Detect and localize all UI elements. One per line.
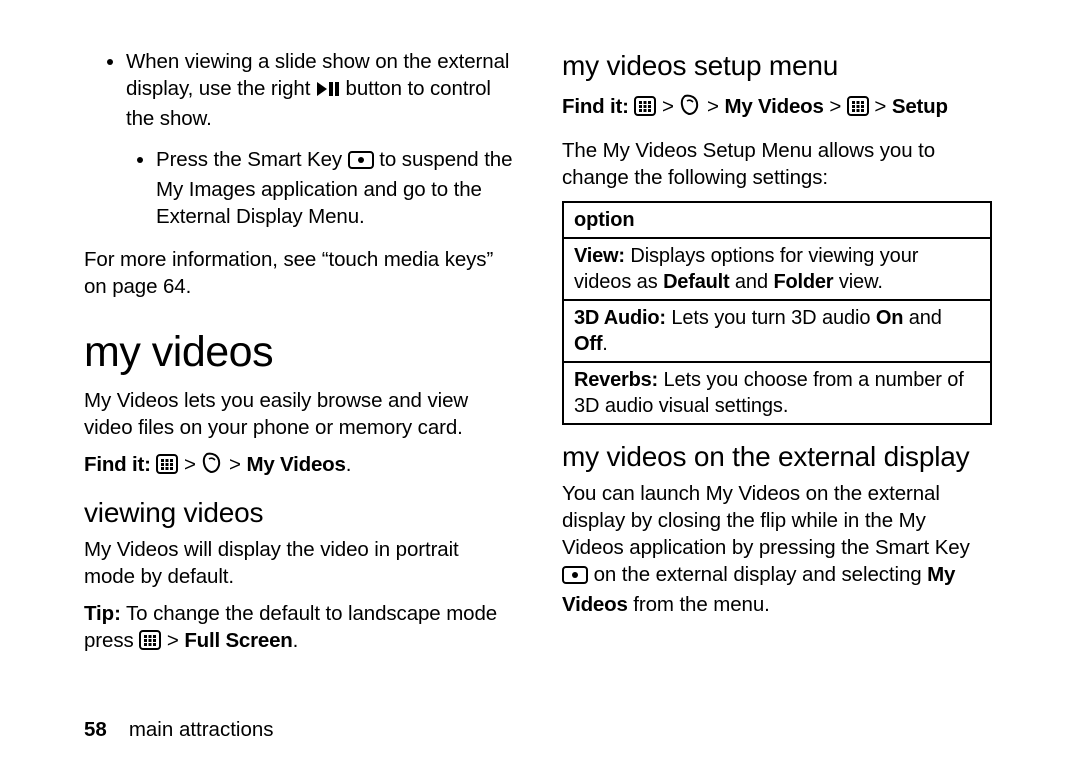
menu-grid-icon [847, 96, 869, 123]
find-it-line: Find it: > > My Videos > > Setup [562, 93, 992, 123]
text: Lets you turn 3D audio [666, 307, 876, 329]
footer-section: main attractions [129, 718, 274, 742]
option-table: option View: Displays options for viewin… [562, 201, 992, 425]
text: from the menu. [628, 593, 770, 616]
list-item: Press the Smart Key to suspend the My Im… [156, 146, 514, 230]
paragraph: My Videos will display the video in port… [84, 536, 514, 590]
smart-key-icon [562, 564, 588, 591]
bullet-list: When viewing a slide show on the externa… [84, 48, 514, 230]
find-it-setup: Setup [892, 95, 948, 118]
separator: > [829, 95, 846, 118]
manual-page: When viewing a slide show on the externa… [0, 0, 1080, 766]
period: . [602, 333, 607, 355]
row-label: 3D Audio: [574, 307, 666, 329]
period: . [293, 629, 299, 652]
find-it-myvideos: My Videos [724, 95, 823, 118]
text: and [903, 307, 942, 329]
text: You can launch My Videos on the external… [562, 482, 970, 559]
table-row: View: Displays options for viewing your … [563, 238, 991, 300]
bold: Folder [773, 271, 833, 293]
find-it-label: Find it: [84, 453, 151, 476]
h1-my-videos: my videos [84, 324, 514, 381]
multimedia-icon [201, 452, 223, 481]
find-it-target: My Videos [246, 453, 345, 476]
separator: > [874, 95, 891, 118]
paragraph: My Videos lets you easily browse and vie… [84, 387, 514, 441]
row-label: Reverbs: [574, 369, 658, 391]
full-screen: Full Screen [184, 629, 292, 652]
separator: > [161, 629, 184, 652]
h2-external-display: my videos on the external display [562, 439, 992, 476]
menu-grid-icon [156, 454, 178, 481]
text: view. [833, 271, 882, 293]
list-item: When viewing a slide show on the externa… [126, 48, 514, 230]
nested-list: Press the Smart Key to suspend the My Im… [126, 146, 514, 230]
two-columns: When viewing a slide show on the externa… [84, 48, 1024, 708]
page-footer: 58 main attractions [84, 708, 1024, 766]
bold: Default [663, 271, 729, 293]
right-column: my videos setup menu Find it: > > My Vid… [562, 48, 992, 708]
left-column: When viewing a slide show on the externa… [84, 48, 514, 708]
find-it-line: Find it: > > My Videos. [84, 451, 514, 481]
separator: > [229, 453, 246, 476]
smart-key-icon [348, 149, 374, 176]
page-number: 58 [84, 718, 107, 742]
row-label: View: [574, 245, 625, 267]
play-pause-icon [316, 78, 340, 105]
paragraph: You can launch My Videos on the external… [562, 480, 992, 618]
tip-paragraph: Tip: To change the default to landscape … [84, 600, 514, 657]
period: . [346, 453, 352, 476]
separator: > [707, 95, 724, 118]
text: on the external display and selecting [594, 563, 928, 586]
text: and [729, 271, 773, 293]
text: Press the Smart Key [156, 148, 348, 171]
table-row: 3D Audio: Lets you turn 3D audio On and … [563, 300, 991, 362]
bold: On [876, 307, 903, 329]
separator: > [184, 453, 201, 476]
find-it-label: Find it: [562, 95, 629, 118]
h2-viewing-videos: viewing videos [84, 495, 514, 532]
bold: Off [574, 333, 602, 355]
table-header: option [563, 202, 991, 238]
multimedia-icon [679, 94, 701, 123]
h2-setup-menu: my videos setup menu [562, 48, 992, 85]
paragraph: The My Videos Setup Menu allows you to c… [562, 137, 992, 191]
table-row: Reverbs: Lets you choose from a number o… [563, 362, 991, 424]
menu-grid-icon [139, 630, 161, 657]
tip-label: Tip: [84, 602, 121, 625]
menu-grid-icon [634, 96, 656, 123]
separator: > [662, 95, 679, 118]
paragraph: For more information, see “touch media k… [84, 246, 514, 300]
